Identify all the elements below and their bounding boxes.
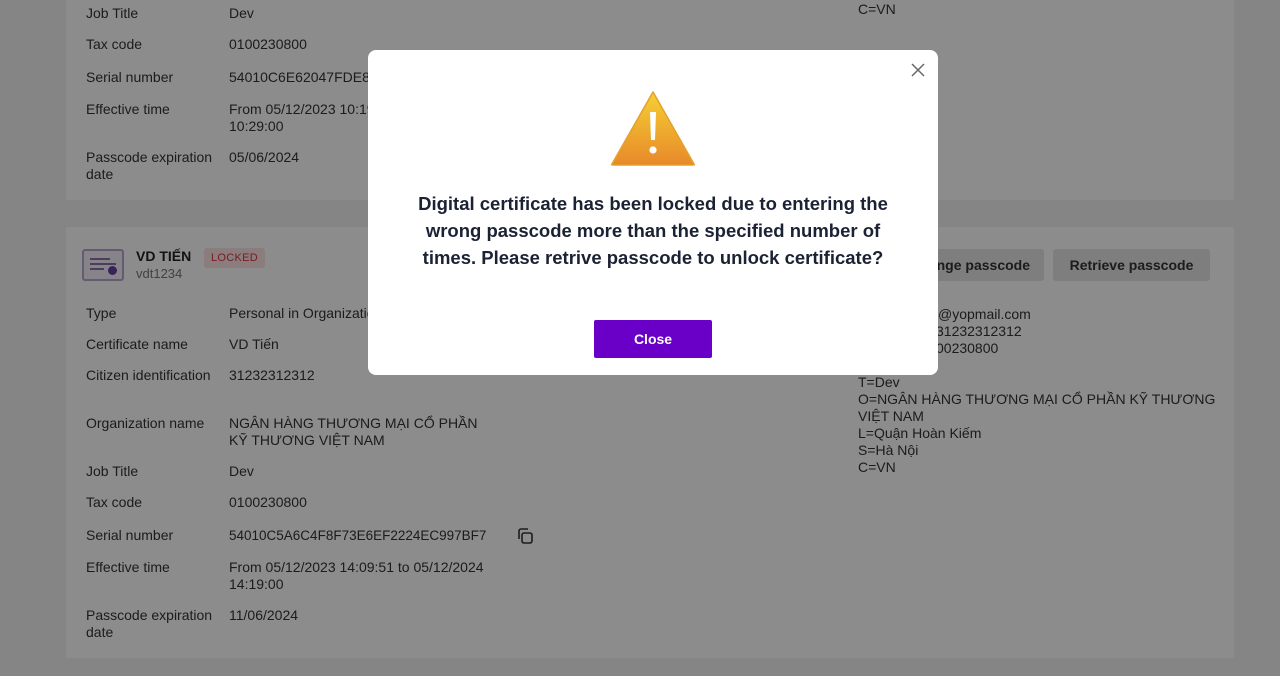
locked-certificate-dialog: Digital certificate has been locked due … — [368, 50, 938, 375]
dialog-message: Digital certificate has been locked due … — [418, 193, 888, 268]
close-icon[interactable] — [910, 62, 926, 78]
close-button[interactable]: Close — [594, 320, 712, 358]
warning-icon — [610, 91, 696, 166]
